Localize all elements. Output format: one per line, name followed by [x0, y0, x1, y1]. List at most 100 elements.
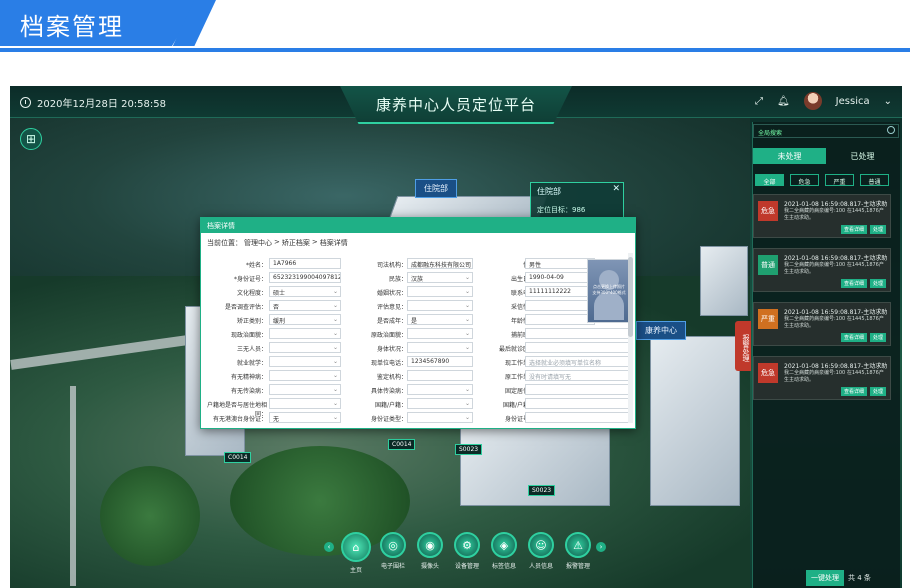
alarm-side-tab[interactable]: 报警处理 [735, 321, 751, 371]
field-value: 汉族 [411, 276, 424, 283]
select-field[interactable]: ⌄ [407, 328, 473, 339]
filter-serious[interactable]: 严重 [825, 174, 854, 186]
nav-item-fence[interactable]: ◎ 电子围栏 [375, 532, 411, 570]
process-button[interactable]: 处理 [869, 225, 886, 234]
text-field[interactable]: 选择就业必须填写单位名称 [525, 356, 629, 367]
alarm-time: 2021-01-08 16:59:08.817-主动求助 [784, 255, 888, 262]
select-field[interactable]: ⌄ [407, 412, 473, 423]
select-field[interactable]: ⌄ [525, 300, 595, 311]
dialog-scrollbar[interactable] [628, 253, 633, 423]
text-field[interactable]: 11111112222 [525, 286, 595, 297]
map-marker[interactable]: S0023 [528, 485, 556, 496]
breadcrumb-item[interactable]: 管理中心 [244, 238, 272, 248]
process-button[interactable]: 处理 [869, 333, 886, 342]
text-field[interactable] [525, 342, 629, 353]
select-field[interactable]: ⌄ [269, 328, 341, 339]
select-field[interactable]: ⌄ [269, 342, 341, 353]
text-field[interactable]: 1234567890 [407, 356, 473, 367]
scrollbar-thumb[interactable] [628, 257, 633, 337]
select-field[interactable]: ⌄ [269, 398, 341, 409]
close-icon[interactable]: ✕ [612, 184, 620, 194]
field-label: *姓名： [245, 262, 267, 269]
select-field[interactable]: ⌄ [407, 398, 473, 409]
process-button[interactable]: 处理 [869, 387, 886, 396]
map-marker[interactable]: C0014 [224, 452, 252, 463]
chevron-down-icon: ⌄ [332, 330, 338, 337]
nav-item-home[interactable]: ⌂ 主页 [338, 532, 374, 574]
field-label: 原政治面貌： [370, 332, 407, 339]
alarm-card[interactable]: 危急 2021-01-08 16:59:08.817-主动求助 我二全病藏药病泉编号… [753, 356, 891, 400]
map-tag-care-center[interactable]: 康养中心 [636, 321, 686, 340]
select-field[interactable]: ⌄ [269, 370, 341, 381]
tab-unprocessed[interactable]: 未处理 [753, 148, 826, 164]
text-field[interactable]: 1A7966 [269, 258, 341, 269]
nav-item-gear[interactable]: ⚙ 设备管理 [449, 532, 485, 570]
select-field[interactable]: ⌄ [525, 328, 629, 339]
search-icon[interactable] [887, 126, 895, 134]
search-input[interactable]: 全局搜索 [753, 124, 899, 138]
alarm-card[interactable]: 普通 2021-01-08 16:59:08.817-主动求助 我二全病藏药病泉编号… [753, 248, 891, 292]
form-row: 就业就学： ⌄ 现单位电话： 1234567890 现工作单位： 选择就业必须填写单位名称 [205, 356, 629, 368]
select-field[interactable]: ⌄ [269, 384, 341, 395]
form-row: 三无人员： ⌄ 身体状况： ⌄ 最后就诊医院： [205, 342, 629, 354]
alarm-card[interactable]: 危急 2021-01-08 16:59:08.817-主动求助 我二全病藏药病泉编号… [753, 194, 891, 238]
filter-all[interactable]: 全部 [755, 174, 784, 186]
select-field[interactable]: 硕士 ⌄ [269, 286, 341, 297]
breadcrumb-item[interactable]: 矫正档案 [282, 238, 310, 248]
text-field[interactable]: 652323199004097812 [269, 272, 341, 283]
map-marker[interactable]: C0014 [388, 439, 416, 450]
map-tag-inpatient[interactable]: 住院部 [415, 179, 457, 198]
text-field[interactable]: 没有时请填写无 [525, 370, 629, 381]
tab-processed[interactable]: 已处理 [826, 148, 899, 164]
alarm-actions: 查看详细 处理 [840, 387, 886, 396]
chevron-down-icon: ⌄ [464, 288, 470, 295]
one-key-process-button[interactable]: 一键处理 [806, 570, 844, 586]
view-detail-button[interactable]: 查看详细 [840, 333, 867, 342]
select-field[interactable]: ⌄ [525, 398, 629, 409]
alarm-card[interactable]: 严重 2021-01-08 16:59:08.817-主动求助 我二全病藏药病泉编号… [753, 302, 891, 346]
view-detail-button[interactable]: 查看详细 [840, 279, 867, 288]
select-field[interactable]: ⌄ [525, 384, 629, 395]
select-field[interactable]: ⌄ [269, 356, 341, 367]
chevron-left-icon[interactable]: ‹ [324, 542, 334, 552]
view-detail-button[interactable]: 查看详细 [840, 225, 867, 234]
fullscreen-icon[interactable]: ⤢ [755, 96, 763, 107]
alarm-level-badge: 普通 [758, 255, 778, 275]
select-field[interactable]: 是 ⌄ [407, 314, 473, 325]
filter-critical[interactable]: 危急 [790, 174, 819, 186]
alarm-description: 我二全病藏药病泉编号:100 在1445,1876产生主动求助。 [784, 208, 884, 221]
grid-menu-icon[interactable]: ⊞ [20, 128, 42, 150]
chevron-down-icon[interactable]: ⌄ [884, 96, 892, 107]
select-field[interactable]: 否 ⌄ [269, 300, 341, 311]
select-field[interactable]: ⌄ [407, 342, 473, 353]
field-label: 国籍/户籍： [374, 402, 407, 409]
text-field[interactable] [525, 412, 629, 423]
select-field[interactable]: 1990-04-09⌄ [525, 272, 595, 283]
select-field[interactable]: ⌄ [407, 384, 473, 395]
nav-item-alarm[interactable]: ⚠ 报警管理 [560, 532, 596, 570]
map-trees [100, 466, 200, 566]
text-field[interactable] [407, 370, 473, 381]
map-marker[interactable]: S0023 [455, 444, 483, 455]
photo-upload[interactable]: 点击更换上传照片 支持300*400格式 [587, 259, 629, 323]
select-field[interactable]: ⌄ [525, 314, 595, 325]
nav-item-camera[interactable]: ◉ 摄像头 [412, 532, 448, 570]
nav-item-tag[interactable]: ◈ 标签信息 [486, 532, 522, 570]
app-window: 住院部 康养中心 住院部 ✕ 定位目标：986 C0014 S0023 S002… [10, 86, 902, 588]
select-field[interactable]: 汉族 ⌄ [407, 272, 473, 283]
select-field[interactable]: ⌄ [407, 300, 473, 311]
chevron-down-icon: ⌄ [332, 358, 338, 365]
select-field[interactable]: 男性⌄ [525, 258, 595, 269]
select-field[interactable]: 缓刑 ⌄ [269, 314, 341, 325]
process-button[interactable]: 处理 [869, 279, 886, 288]
view-detail-button[interactable]: 查看详细 [840, 387, 867, 396]
select-field[interactable]: ⌄ [407, 286, 473, 297]
avatar[interactable] [803, 92, 822, 110]
bell-icon[interactable]: 🔔︎ [777, 96, 790, 107]
select-field[interactable]: 无 ⌄ [269, 412, 341, 423]
filter-normal[interactable]: 普通 [860, 174, 889, 186]
chevron-right-icon[interactable]: › [596, 542, 606, 552]
username[interactable]: Jessica [836, 96, 870, 107]
nav-item-person[interactable]: ☺ 人员信息 [523, 532, 559, 570]
select-field[interactable]: 成都融东科技有限公司 ⌄ [407, 258, 473, 269]
